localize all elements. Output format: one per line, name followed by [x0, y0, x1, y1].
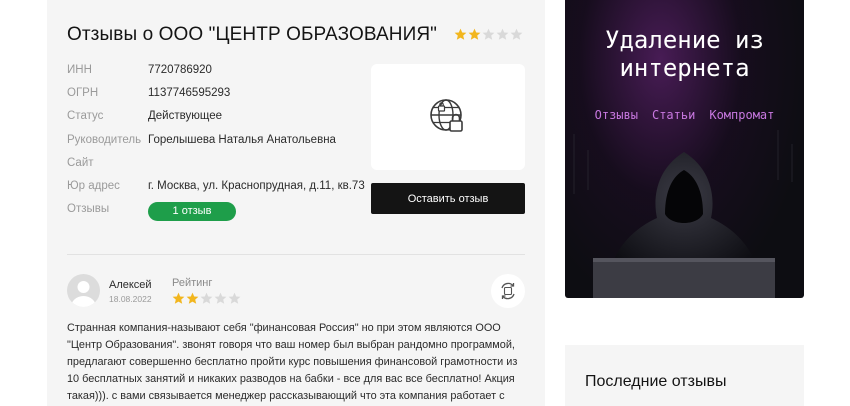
- info-value: г. Москва, ул. Краснопрудная, д.11, кв.7…: [148, 179, 365, 192]
- company-rating-stars: [454, 28, 523, 41]
- review-date: 18.08.2022: [109, 294, 152, 304]
- star-icon: [510, 28, 523, 40]
- review-line: 10 бесплатных занятий и никаких разводов…: [67, 373, 515, 385]
- info-value: 1137746595293: [148, 87, 231, 100]
- company-logo: [371, 64, 525, 170]
- ad-title-line: интернета: [619, 54, 750, 82]
- info-label: ИНН: [67, 64, 92, 76]
- info-value: Действующее: [148, 110, 222, 123]
- info-label: Юр адрес: [67, 179, 120, 192]
- info-row-inn: ИНН 7720786920: [67, 64, 365, 87]
- review-line: Странная компания-называют себя "финансо…: [67, 322, 501, 334]
- company-info: ИНН 7720786920 ОГРН 1137746595293 Статус…: [67, 64, 365, 226]
- hooded-hacker-image: [573, 130, 793, 298]
- reviews-count-badge[interactable]: 1 отзыв: [148, 202, 236, 222]
- star-icon: [468, 28, 481, 40]
- info-row-site: Сайт: [67, 157, 365, 180]
- translate-icon: [501, 282, 515, 300]
- info-label: ОГРН: [67, 87, 99, 100]
- ad-title-line: Удаление из: [605, 26, 764, 54]
- star-icon: [172, 292, 185, 304]
- star-icon: [454, 28, 467, 40]
- star-icon: [214, 292, 227, 304]
- star-icon: [482, 28, 495, 40]
- divider: [67, 254, 525, 255]
- review-text: Странная компания-называют себя "финансо…: [67, 320, 527, 405]
- info-value: 7720786920: [148, 64, 212, 76]
- star-icon: [186, 292, 199, 304]
- info-value: Горелышева Наталья Анатольевна: [148, 133, 336, 146]
- info-row-address: Юр адрес г. Москва, ул. Краснопрудная, д…: [67, 180, 365, 203]
- star-icon: [200, 292, 213, 304]
- translate-button[interactable]: [491, 274, 525, 308]
- info-row-director: Руководитель Горелышева Наталья Анатолье…: [67, 134, 365, 157]
- review-line: "Центр Образования". звонят говоря что в…: [67, 339, 515, 351]
- page-title: Отзывы о ООО "ЦЕНТР ОБРАЗОВАНИЯ": [67, 24, 437, 45]
- review-line: такая))). с вами связывается менеджер ра…: [67, 390, 505, 402]
- latest-reviews-title: Последние отзывы: [585, 373, 727, 390]
- ad-link-kompromat[interactable]: Компромат: [709, 108, 774, 122]
- review-author: Алексей: [109, 279, 152, 291]
- star-icon: [496, 28, 509, 40]
- avatar: [67, 274, 100, 307]
- ad-banner[interactable]: Удаление из интернета Отзывы Статьи Комп…: [565, 0, 804, 298]
- latest-reviews-panel: Последние отзывы: [565, 345, 804, 406]
- leave-review-button[interactable]: Оставить отзыв: [371, 183, 525, 214]
- star-icon: [228, 292, 241, 304]
- review-rating-label: Рейтинг: [172, 277, 213, 289]
- info-row-reviews: Отзывы 1 отзыв: [67, 202, 365, 226]
- user-avatar-icon: [71, 281, 96, 307]
- ad-link-articles[interactable]: Статьи: [652, 108, 695, 122]
- ad-title: Удаление из интернета: [565, 26, 804, 82]
- ad-links: Отзывы Статьи Компромат: [565, 108, 804, 122]
- ad-link-reviews[interactable]: Отзывы: [595, 108, 638, 122]
- info-label: Сайт: [67, 156, 94, 169]
- info-label: Статус: [67, 110, 104, 123]
- company-card: Отзывы о ООО "ЦЕНТР ОБРАЗОВАНИЯ" ИНН 772…: [47, 0, 545, 406]
- globe-lock-icon: [430, 99, 463, 132]
- info-label: Руководитель: [67, 133, 142, 146]
- info-row-status: Статус Действующее: [67, 110, 365, 133]
- info-label: Отзывы: [67, 203, 110, 216]
- review-line: предлагают совершенно бесплатно пройти к…: [67, 356, 518, 368]
- info-row-ogrn: ОГРН 1137746595293: [67, 87, 365, 110]
- review-rating-stars: [172, 292, 241, 305]
